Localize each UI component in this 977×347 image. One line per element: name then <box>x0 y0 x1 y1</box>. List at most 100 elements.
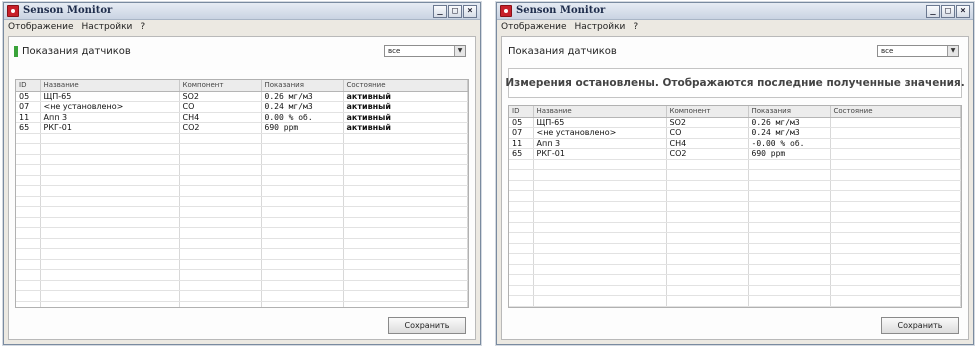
empty-row <box>16 143 468 155</box>
column-header-name[interactable]: Название <box>40 80 180 92</box>
close-icon[interactable]: × <box>956 5 970 18</box>
cell-component: CO <box>179 101 262 113</box>
empty-cell <box>16 290 41 302</box>
table-row[interactable]: 07 <не установлено> CO 0.24 мг/м3 активн… <box>16 101 468 113</box>
empty-row <box>16 154 468 165</box>
close-icon[interactable]: × <box>463 5 477 18</box>
menu-settings[interactable]: Настройки <box>575 22 626 32</box>
chevron-down-icon[interactable]: ▼ <box>454 46 465 56</box>
column-header-id[interactable]: ID <box>16 80 41 92</box>
empty-cell <box>830 243 961 254</box>
filter-select[interactable]: все ▼ <box>384 45 466 57</box>
empty-cell <box>343 154 468 165</box>
empty-cell <box>830 274 961 286</box>
empty-row <box>509 159 961 170</box>
cell-name: Апп 3 <box>40 112 180 123</box>
empty-row <box>16 206 468 218</box>
empty-cell <box>40 248 180 260</box>
empty-cell <box>16 164 41 176</box>
empty-cell <box>509 201 534 212</box>
empty-row <box>509 264 961 275</box>
empty-cell <box>179 238 262 249</box>
chevron-down-icon[interactable]: ▼ <box>947 46 958 56</box>
cell-id: 05 <box>16 91 41 102</box>
empty-cell <box>261 290 344 302</box>
empty-cell <box>509 159 534 170</box>
maximize-icon[interactable]: □ <box>448 5 462 18</box>
empty-cell <box>666 180 749 191</box>
column-header-reading[interactable]: Показания <box>261 80 344 92</box>
empty-cell <box>830 180 961 191</box>
column-header-status[interactable]: Состояние <box>830 106 961 118</box>
empty-cell <box>343 301 468 307</box>
menu-view[interactable]: Отображение <box>501 22 567 32</box>
empty-cell <box>261 269 344 281</box>
table-row[interactable]: 05 ЩП-65 SO2 0.26 мг/м3 <box>509 117 961 128</box>
table-row[interactable]: 11 Апп 3 CH4 -0.00 % об. <box>509 138 961 149</box>
title-bar[interactable]: Senson Monitor _ □ × <box>497 3 973 20</box>
section-title: Показания датчиков <box>508 46 617 57</box>
empty-cell <box>666 159 749 170</box>
empty-cell <box>261 164 344 176</box>
cell-id: 07 <box>509 127 534 139</box>
table-row[interactable]: 07 <не установлено> CO 0.24 мг/м3 <box>509 127 961 139</box>
filter-select[interactable]: все ▼ <box>877 45 959 57</box>
menu-settings[interactable]: Настройки <box>82 22 133 32</box>
menu-help[interactable]: ? <box>140 22 145 32</box>
empty-cell <box>830 306 961 307</box>
maximize-icon[interactable]: □ <box>941 5 955 18</box>
empty-row <box>509 190 961 202</box>
empty-cell <box>40 133 180 144</box>
empty-row <box>509 285 961 296</box>
empty-cell <box>666 190 749 202</box>
save-button[interactable]: Сохранить <box>881 317 959 334</box>
empty-cell <box>748 222 831 233</box>
table-row[interactable]: 65 РКГ-01 CO2 690 ppm <box>509 148 961 160</box>
column-header-name[interactable]: Название <box>533 106 667 118</box>
empty-cell <box>533 159 667 170</box>
empty-row <box>16 133 468 144</box>
column-header-reading[interactable]: Показания <box>748 106 831 118</box>
empty-cell <box>830 159 961 170</box>
minimize-icon[interactable]: _ <box>926 5 940 18</box>
column-header-component[interactable]: Компонент <box>666 106 749 118</box>
menu-view[interactable]: Отображение <box>8 22 74 32</box>
empty-cell <box>748 274 831 286</box>
status-indicator-icon <box>14 46 18 57</box>
empty-cell <box>16 269 41 281</box>
empty-cell <box>666 201 749 212</box>
column-header-status[interactable]: Состояние <box>343 80 468 92</box>
empty-cell <box>16 133 41 144</box>
window-title: Senson Monitor <box>23 5 113 16</box>
menu-help[interactable]: ? <box>633 22 638 32</box>
cell-name: РКГ-01 <box>40 122 180 134</box>
sensor-table: ID Название Компонент Показания Состояни… <box>15 79 469 308</box>
empty-cell <box>509 274 534 286</box>
column-header-id[interactable]: ID <box>509 106 534 118</box>
empty-cell <box>343 238 468 249</box>
column-header-component[interactable]: Компонент <box>179 80 262 92</box>
empty-cell <box>666 306 749 307</box>
empty-row <box>16 259 468 270</box>
table-row[interactable]: 05 ЩП-65 SO2 0.26 мг/м3 активный <box>16 91 468 102</box>
main-panel: Показания датчиков все ▼ ID Название Ком… <box>8 36 476 340</box>
cell-status: активный <box>343 122 468 134</box>
cell-reading: 0.26 мг/м3 <box>261 91 344 102</box>
table-row[interactable]: 11 Апп 3 CH4 0.00 % об. активный <box>16 112 468 123</box>
empty-cell <box>40 175 180 186</box>
empty-cell <box>533 295 667 307</box>
empty-cell <box>533 222 667 233</box>
empty-row <box>16 185 468 197</box>
empty-row <box>16 301 468 307</box>
table-row[interactable]: 65 РКГ-01 CO2 690 ppm активный <box>16 122 468 134</box>
empty-row <box>16 196 468 207</box>
empty-cell <box>40 206 180 218</box>
empty-row <box>16 248 468 260</box>
title-bar[interactable]: Senson Monitor _ □ × <box>4 3 480 20</box>
minimize-icon[interactable]: _ <box>433 5 447 18</box>
cell-status: активный <box>343 112 468 123</box>
empty-cell <box>261 280 344 291</box>
empty-cell <box>179 164 262 176</box>
empty-cell <box>261 217 344 228</box>
save-button[interactable]: Сохранить <box>388 317 466 334</box>
